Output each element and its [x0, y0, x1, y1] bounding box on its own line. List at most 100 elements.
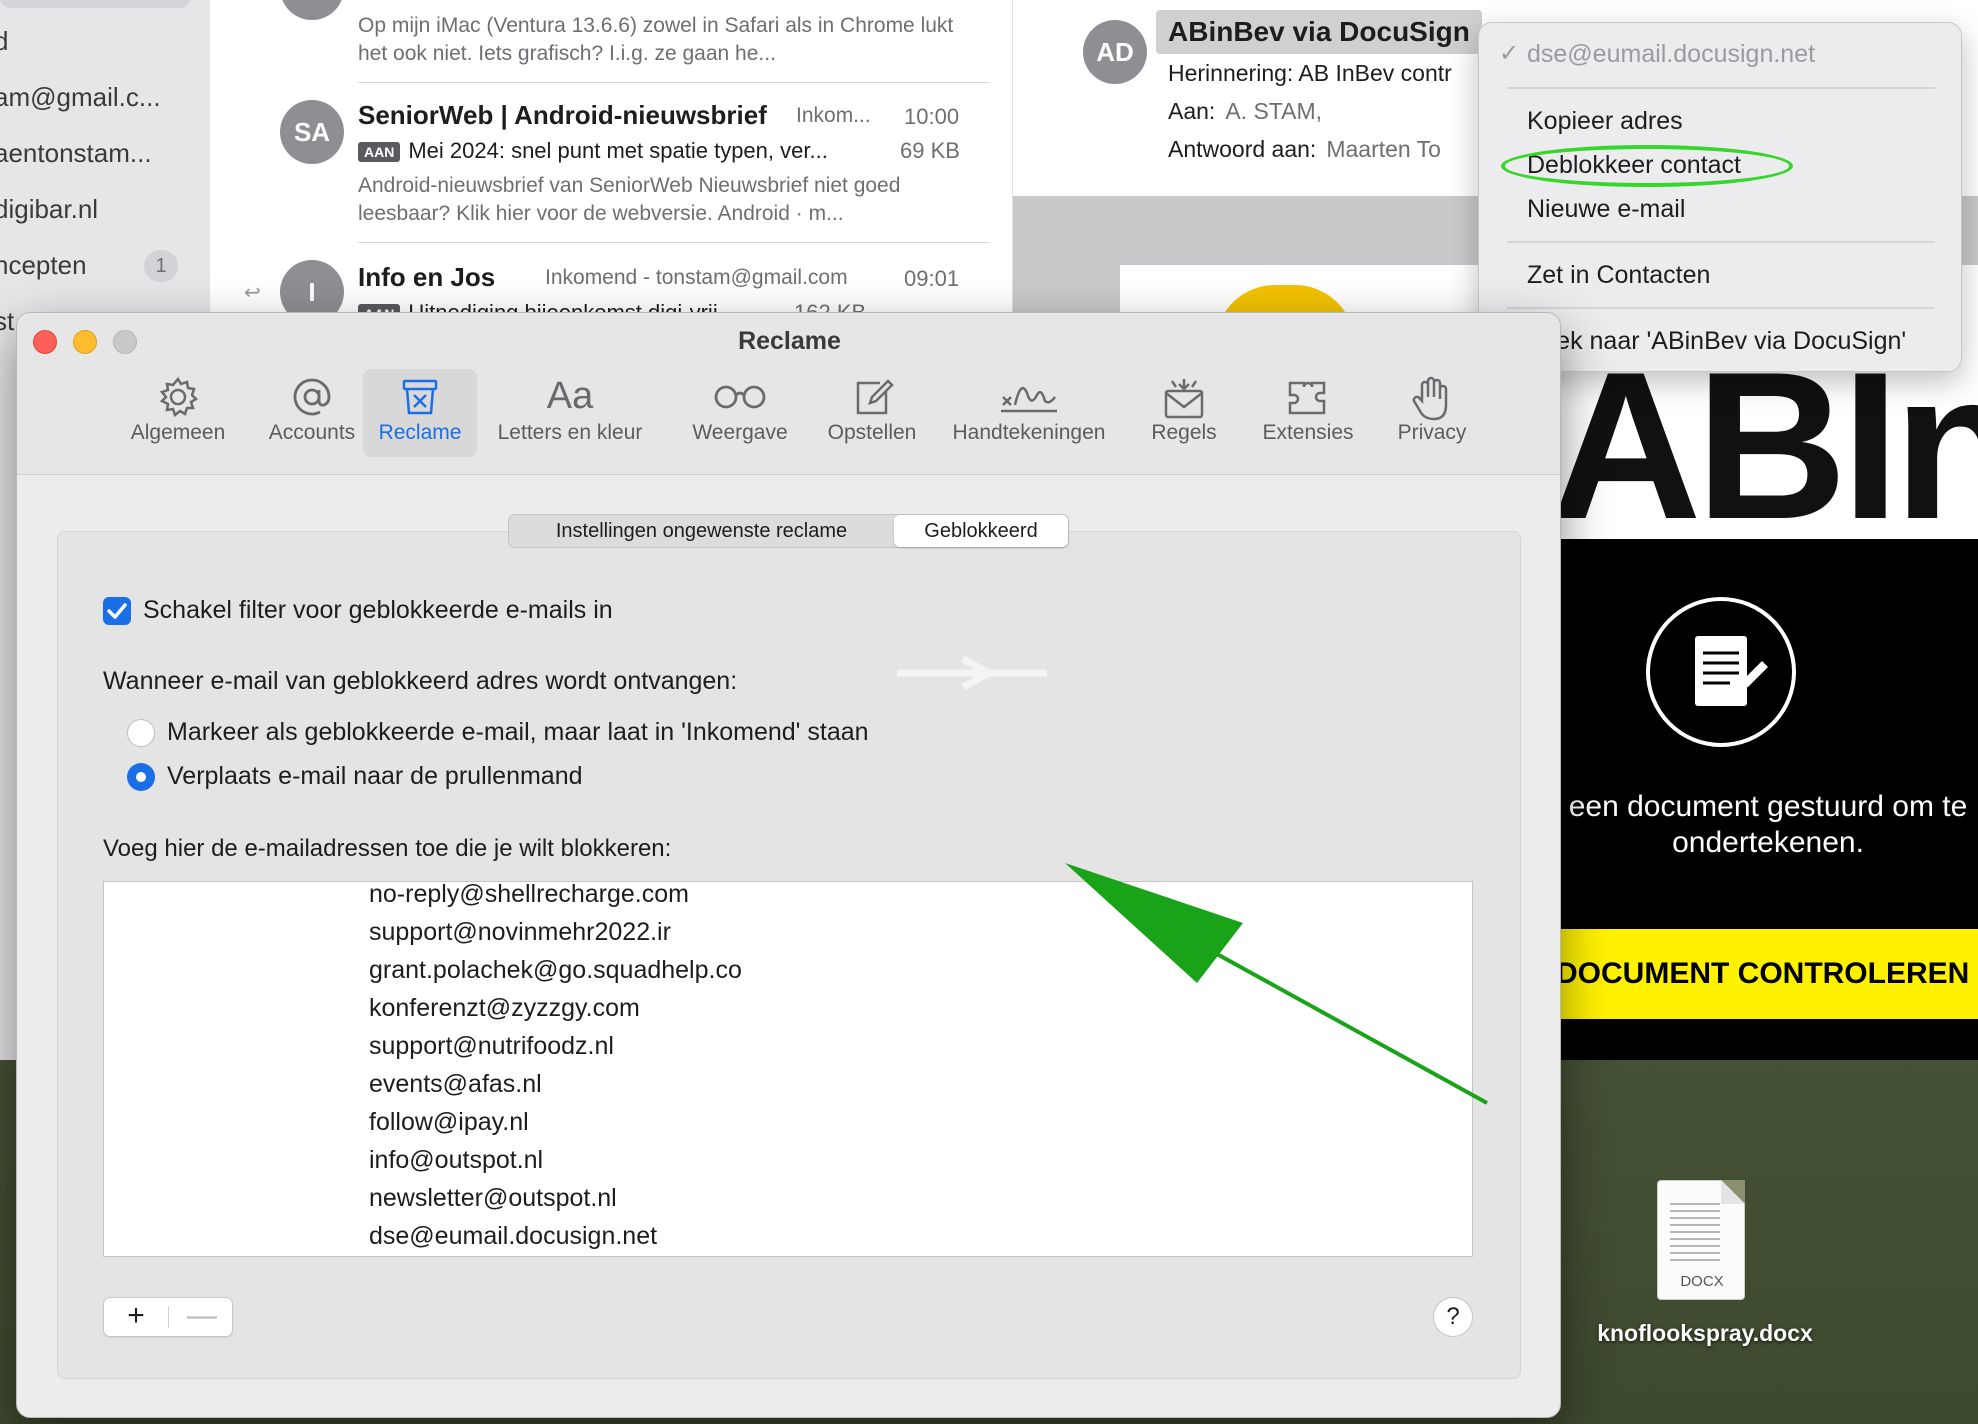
checkmark-icon [107, 603, 127, 619]
review-document-button[interactable]: DOCUMENT CONTROLEREN [1548, 929, 1978, 1019]
list-item[interactable]: no-reply@shellrecharge.com [369, 882, 689, 918]
sidebar-item[interactable]: ncepten 1 [0, 238, 210, 294]
window-toolbar: Reclame Algemeen Accounts Reclame Aa Let… [17, 313, 1560, 475]
message-preview: Op mijn iMac (Ventura 13.6.6) zowel in S… [358, 14, 954, 65]
annotation-arrow-icon [1065, 863, 1488, 1105]
list-item[interactable]: dse@eumail.docusign.net [369, 1222, 657, 1256]
reply-to-line: Antwoord aan: Maarten To [1168, 136, 1441, 163]
segment-blocked[interactable]: Geblokkeerd [894, 515, 1068, 547]
junk-icon [363, 369, 477, 421]
fonts-icon: Aa [546, 375, 594, 417]
faint-arrow-icon [897, 653, 1057, 693]
tab-algemeen[interactable]: Algemeen [113, 369, 243, 457]
desktop-file[interactable]: DOCX knoflookspray.docx [1585, 1180, 1825, 1360]
list-item[interactable]: support@novinmehr2022.ir [369, 918, 671, 956]
rules-icon [1129, 369, 1239, 421]
tab-reclame[interactable]: Reclame [363, 369, 477, 457]
blocked-list-label: Voeg hier de e-mailadressen toe die je w… [103, 835, 672, 862]
segmented-control: Instellingen ongewenste reclame Geblokke… [508, 514, 1069, 548]
replied-icon: ↩ [244, 282, 261, 304]
sidebar-item[interactable]: digibar.nl [0, 182, 210, 238]
to-label: Aan: [1168, 98, 1216, 124]
hand-icon [1377, 369, 1487, 421]
document-icon [1646, 597, 1796, 747]
message-mailbox: Inkomend - tonstam@gmail.com [545, 266, 848, 289]
checkmark-icon: ✓ [1499, 40, 1520, 67]
message-list: Op mijn iMac (Ventura 13.6.6) zowel in S… [210, 0, 1013, 330]
file-type-label: DOCX [1680, 1273, 1724, 1290]
add-address-button[interactable]: + [104, 1298, 168, 1336]
radio-move-to-trash-label[interactable]: Verplaats e-mail naar de prullenmand [167, 762, 583, 791]
list-item[interactable]: konferenzt@zyzzgy.com [369, 994, 640, 1032]
tab-regels[interactable]: Regels [1129, 369, 1239, 457]
menu-separator [1507, 87, 1935, 89]
avatar: SA [280, 100, 344, 164]
list-item[interactable]: newsletter@outspot.nl [369, 1184, 617, 1222]
sidebar-item[interactable]: aentonstam... [0, 126, 210, 182]
tab-opstellen[interactable]: Opstellen [807, 369, 937, 457]
tab-letters-en-kleur[interactable]: Aa Letters en kleur [485, 369, 655, 457]
list-item[interactable]: events@afas.nl [369, 1070, 542, 1108]
radio-mark-as-blocked[interactable] [127, 719, 155, 747]
list-item[interactable]: support@nutrifoodz.nl [369, 1032, 614, 1070]
help-button[interactable]: ? [1433, 1297, 1473, 1337]
segment-junk-settings[interactable]: Instellingen ongewenste reclame [509, 515, 894, 547]
menu-item-address: dse@eumail.docusign.net [1527, 40, 1816, 68]
button-divider [168, 1306, 169, 1328]
blocked-filter-checkbox[interactable] [103, 597, 131, 625]
message-size: 69 KB [900, 138, 960, 163]
message-subject-text: Mei 2024: snel punt met spatie typen, ve… [408, 138, 828, 163]
message-time: 10:00 [904, 104, 960, 129]
panel-text: een document gestuurd om te ondertekenen… [1568, 790, 1968, 859]
reply-to-value[interactable]: Maarten To [1326, 136, 1441, 162]
annotation-highlight-ellipse [1501, 145, 1793, 187]
to-line: Aan: A. STAM, [1168, 98, 1322, 125]
message-subject-line: Herinnering: AB InBev contr [1168, 60, 1452, 86]
message-preview: Android-nieuwsbrief van SeniorWeb Nieuws… [358, 174, 901, 225]
docx-file-icon: DOCX [1657, 1180, 1745, 1300]
signature-icon [939, 369, 1119, 421]
remove-address-button[interactable]: — [170, 1298, 234, 1336]
text-lines-icon [1670, 1203, 1720, 1263]
menu-separator [1507, 307, 1935, 309]
puzzle-icon [1243, 369, 1373, 421]
sidebar-item[interactable]: d [0, 14, 210, 70]
add-remove-control: + — [103, 1297, 233, 1337]
sidebar-selected-item[interactable] [0, 0, 190, 8]
radio-move-to-trash[interactable] [127, 763, 155, 791]
compose-icon [807, 369, 937, 421]
message-mailbox: Inkom... [796, 104, 871, 127]
radio-mark-as-blocked-label[interactable]: Markeer als geblokkeerde e-mail, maar la… [167, 718, 869, 747]
gear-icon [113, 369, 243, 421]
reply-to-label: Antwoord aan: [1168, 136, 1317, 162]
list-item[interactable]: info@outspot.nl [369, 1146, 543, 1184]
file-name: knoflookspray.docx [1597, 1320, 1813, 1346]
avatar: AD [1083, 20, 1147, 84]
page-fold-icon [1721, 1180, 1745, 1204]
message-sender: Info en Jos [358, 262, 496, 292]
menu-separator [1507, 241, 1935, 243]
menu-item-copy-address[interactable]: Kopieer adres [1527, 107, 1683, 136]
account-tag: AAN [358, 142, 401, 163]
menu-item-add-to-contacts[interactable]: Zet in Contacten [1527, 261, 1710, 290]
tab-privacy[interactable]: Privacy [1377, 369, 1487, 457]
at-icon [247, 369, 377, 421]
menu-item-search[interactable]: Zoek naar 'ABinBev via DocuSign' [1527, 327, 1906, 356]
tab-accounts[interactable]: Accounts [247, 369, 377, 457]
menu-item-new-email[interactable]: Nieuwe e-mail [1527, 195, 1685, 224]
tab-extensies[interactable]: Extensies [1243, 369, 1373, 457]
window-title: Reclame [738, 327, 841, 355]
message-time: 09:01 [904, 266, 960, 291]
list-item[interactable]: follow@ipay.nl [369, 1108, 529, 1146]
preferences-window: Reclame Algemeen Accounts Reclame Aa Let… [16, 312, 1561, 1418]
message-subject: AAN Mei 2024: snel punt met spatie typen,… [358, 138, 828, 164]
tab-weergave[interactable]: Weergave [675, 369, 805, 457]
row-separator [358, 82, 990, 83]
to-value[interactable]: A. STAM, [1225, 98, 1322, 124]
tab-handtekeningen[interactable]: Handtekeningen [939, 369, 1119, 457]
blocked-filter-label[interactable]: Schakel filter voor geblokkeerde e-mails… [143, 596, 613, 625]
sender-name[interactable]: ABinBev via DocuSign [1156, 10, 1482, 54]
docusign-panel: een document gestuurd om te ondertekenen… [1548, 539, 1978, 1060]
list-item[interactable]: grant.polachek@go.squadhelp.co [369, 956, 742, 994]
sidebar-item[interactable]: am@gmail.c... [0, 70, 210, 126]
